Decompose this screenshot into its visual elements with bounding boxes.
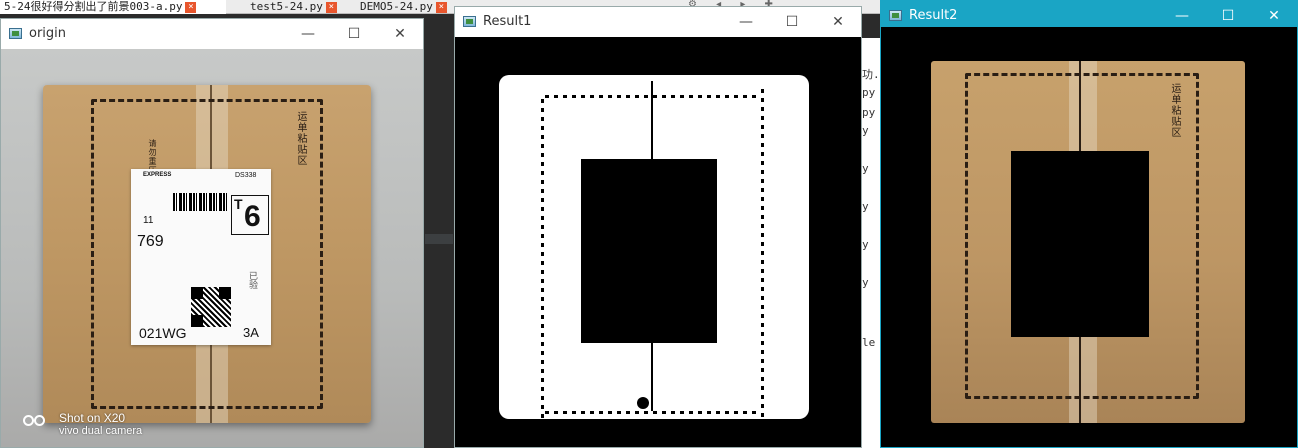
box-side-text: 运单粘贴区 bbox=[1169, 83, 1180, 138]
desktop: 5-24很好得分割出了前景003-a.py × test5-24.py × DEMO… bbox=[0, 0, 1298, 448]
camera-watermark: Shot on X20 vivo dual camera bbox=[23, 411, 173, 445]
masked-label-region bbox=[1011, 151, 1149, 337]
ide-tab-segment[interactable]: 5-24很好得分割出了前景003-a.py × bbox=[0, 0, 226, 14]
result1-titlebar[interactable]: Result1 — ☐ ✕ bbox=[455, 7, 861, 37]
tab-close-icon[interactable]: × bbox=[325, 2, 337, 13]
window-title: origin bbox=[29, 26, 67, 41]
box-side-text: 运单粘贴区 bbox=[295, 111, 306, 166]
ide-tab-test[interactable]: test5-24.py × bbox=[246, 0, 346, 14]
label-big-letter: T bbox=[234, 196, 243, 212]
project-file-item[interactable]: y bbox=[862, 238, 869, 251]
project-file-item[interactable]: y bbox=[862, 162, 869, 175]
mask-dot bbox=[637, 397, 649, 409]
ide-tab-label: test5-24.py bbox=[250, 0, 323, 13]
mask-dotted-line bbox=[541, 99, 544, 419]
mask-dotted-line bbox=[545, 411, 759, 414]
project-file-item[interactable]: py bbox=[862, 86, 875, 99]
close-icon[interactable]: ✕ bbox=[377, 19, 423, 49]
result2-window: Result2 — ☐ ✕ 运单粘贴区 bbox=[880, 0, 1298, 448]
project-file-item: le bbox=[862, 336, 876, 349]
project-file-item[interactable]: y bbox=[862, 124, 869, 137]
result1-image bbox=[455, 37, 861, 447]
barcode bbox=[173, 193, 227, 211]
ide-project-panel: 功.p py py y y y y y le bbox=[862, 38, 886, 448]
label-logo: EXPRESS bbox=[143, 172, 172, 178]
label-date: 11 bbox=[143, 215, 154, 226]
minimize-icon[interactable]: — bbox=[723, 7, 769, 37]
origin-window: origin — ☐ ✕ 运单粘贴区 请勿重压 EXPRESS DS338 11… bbox=[0, 18, 424, 448]
label-code-small: DS338 bbox=[235, 172, 257, 179]
watermark-line1: Shot on X20 bbox=[59, 411, 126, 425]
mask-dotted-line bbox=[761, 89, 764, 417]
result1-window: Result1 — ☐ ✕ bbox=[454, 6, 862, 448]
ide-tab-demo[interactable]: DEMO5-24.py × bbox=[356, 0, 456, 14]
camera-logo-icon bbox=[23, 413, 57, 427]
ide-editor-strip bbox=[423, 38, 455, 448]
project-file-item[interactable]: y bbox=[862, 276, 869, 289]
app-icon bbox=[463, 16, 476, 27]
window-title: Result2 bbox=[909, 8, 958, 23]
maximize-icon[interactable]: ☐ bbox=[331, 19, 377, 49]
tab-close-icon[interactable]: × bbox=[185, 2, 197, 13]
label-big-num: 6 bbox=[244, 200, 261, 233]
window-title: Result1 bbox=[483, 14, 532, 29]
origin-image: 运单粘贴区 请勿重压 EXPRESS DS338 11 T 6 769 021W… bbox=[1, 49, 423, 447]
label-code-bottom: 021WG bbox=[139, 325, 187, 341]
ide-tab-label: DEMO5-24.py bbox=[360, 0, 433, 13]
label-side: 已验 bbox=[248, 271, 258, 289]
result2-image: 运单粘贴区 bbox=[881, 27, 1297, 447]
origin-titlebar[interactable]: origin — ☐ ✕ bbox=[1, 19, 423, 49]
project-file-item[interactable]: py bbox=[862, 106, 875, 119]
app-icon bbox=[9, 28, 22, 39]
minimize-icon[interactable]: — bbox=[285, 19, 331, 49]
qr-code bbox=[191, 287, 231, 327]
project-file-item[interactable]: y bbox=[862, 200, 869, 213]
close-icon[interactable]: ✕ bbox=[815, 7, 861, 37]
label-zone: 3A bbox=[243, 325, 259, 340]
watermark-line2: vivo dual camera bbox=[59, 425, 143, 437]
binary-mask-hole bbox=[581, 159, 717, 343]
shipping-label: EXPRESS DS338 11 T 6 769 021WG 3A 已验 bbox=[131, 169, 271, 345]
label-number: 769 bbox=[137, 233, 164, 250]
label-route-box: T 6 bbox=[231, 195, 269, 235]
ide-tab-label: 5-24很好得分割出了前景003-a.py bbox=[4, 0, 183, 13]
maximize-icon[interactable]: ☐ bbox=[769, 7, 815, 37]
tab-close-icon[interactable]: × bbox=[435, 2, 447, 13]
app-icon bbox=[889, 10, 902, 21]
